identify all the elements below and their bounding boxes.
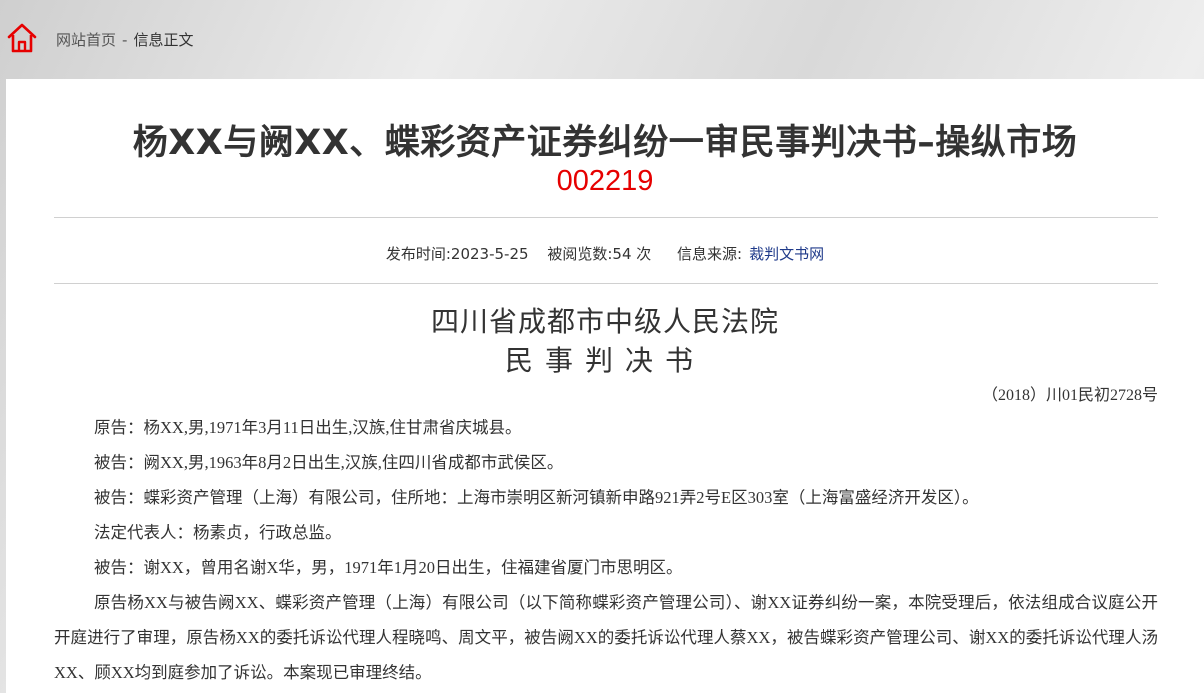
paragraph-legal-rep: 法定代表人：杨素贞，行政总监。 [94, 523, 342, 542]
source: 信息来源: 裁判文书网 [670, 245, 824, 263]
view-count: 被阅览数:54 次 [547, 245, 652, 263]
article-code: 002219 [556, 165, 654, 197]
top-bar: 网站首页 - 信息正文 [0, 0, 1204, 78]
court-name: 四川省成都市中级人民法院 [430, 305, 779, 338]
divider-top [54, 217, 1158, 218]
paragraph-defendant-3: 被告：谢XX，曾用名谢X华，男，1971年1月20日出生，住福建省厦门市思明区。 [94, 558, 683, 577]
breadcrumb-separator: - [122, 31, 128, 49]
case-number: （2018）川01民初2728号 [981, 387, 1158, 404]
paragraph-case-summary: 原告杨XX与被告阙XX、蝶彩资产管理（上海）有限公司（以下简称蝶彩资产管理公司）… [54, 593, 1158, 682]
document-body: 原告：杨XX,男,1971年3月11日出生,汉族,住甘肃省庆城县。 被告：阙XX… [54, 410, 1158, 690]
home-icon[interactable] [6, 22, 38, 54]
breadcrumb-current: 信息正文 [133, 31, 194, 49]
divider-bottom [54, 283, 1158, 284]
paragraph-defendant-2: 被告：蝶彩资产管理（上海）有限公司，住所地：上海市崇明区新河镇新申路921弄2号… [94, 488, 979, 507]
source-link[interactable]: 裁判文书网 [749, 245, 824, 263]
breadcrumb-home-link[interactable]: 网站首页 [56, 31, 116, 49]
publish-time: 发布时间:2023-5-25 [385, 245, 529, 263]
breadcrumb: 网站首页 - 信息正文 [56, 29, 193, 50]
source-label: 信息来源: [677, 245, 743, 263]
article-title: 杨XX与阙XX、蝶彩资产证券纠纷一审民事判决书–操纵市场 [132, 123, 1078, 163]
article-meta: 发布时间:2023-5-25 被阅览数:54 次 信息来源: 裁判文书网 [0, 243, 1204, 264]
document-type: 民事判决书 [504, 344, 705, 377]
paragraph-defendant-1: 被告：阙XX,男,1963年8月2日出生,汉族,住四川省成都市武侯区。 [94, 453, 564, 472]
paragraph-plaintiff: 原告：杨XX,男,1971年3月11日出生,汉族,住甘肃省庆城县。 [94, 418, 522, 437]
